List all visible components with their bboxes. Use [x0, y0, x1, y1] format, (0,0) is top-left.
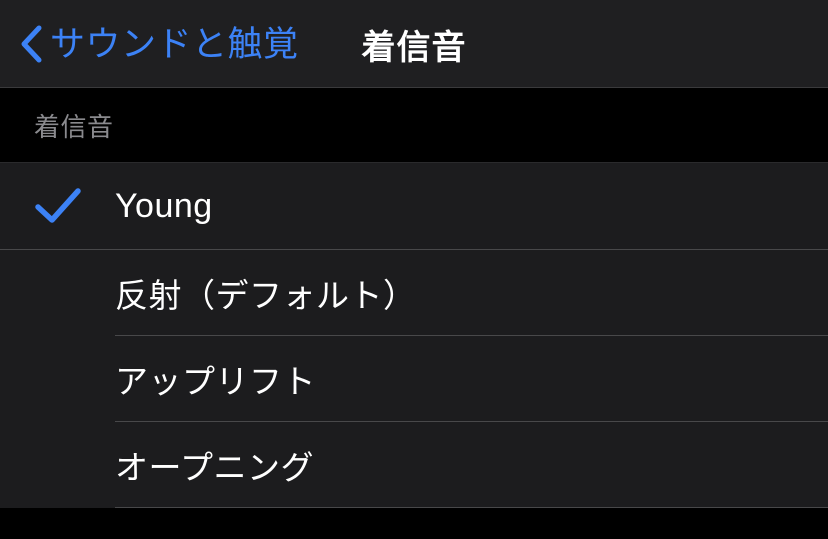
section-header: 着信音 — [0, 88, 828, 163]
list-item-label: 反射（デフォルト） — [115, 277, 417, 314]
ringtone-list: Young 反射（デフォルト） アップリフト オープニング — [0, 163, 828, 508]
row-check-slot — [0, 163, 115, 249]
navigation-bar: サウンドと触覚 着信音 — [0, 0, 828, 88]
list-item[interactable]: 反射（デフォルト） — [0, 250, 828, 336]
chevron-left-icon — [18, 24, 44, 64]
row-check-slot — [0, 250, 115, 336]
row-separator — [115, 507, 828, 508]
checkmark-icon — [34, 360, 82, 398]
list-item-label: Young — [115, 186, 213, 225]
list-item-label: アップリフト — [115, 363, 316, 400]
row-check-slot — [0, 422, 115, 508]
list-item[interactable]: オープニング — [0, 422, 828, 508]
list-item[interactable]: アップリフト — [0, 336, 828, 422]
section-header-label: 着信音 — [34, 112, 114, 142]
row-check-slot — [0, 336, 115, 422]
list-item[interactable]: Young — [0, 163, 828, 249]
back-button-label: サウンドと触覚 — [50, 24, 299, 64]
list-item-label: オープニング — [115, 449, 315, 486]
checkmark-icon — [34, 446, 82, 484]
checkmark-icon — [34, 187, 82, 225]
back-button[interactable]: サウンドと触覚 — [18, 0, 299, 88]
ringtone-settings-screen: サウンドと触覚 着信音 着信音 Young 反射（デフォルト） アップリフト オ… — [0, 0, 828, 539]
checkmark-icon — [34, 274, 82, 312]
